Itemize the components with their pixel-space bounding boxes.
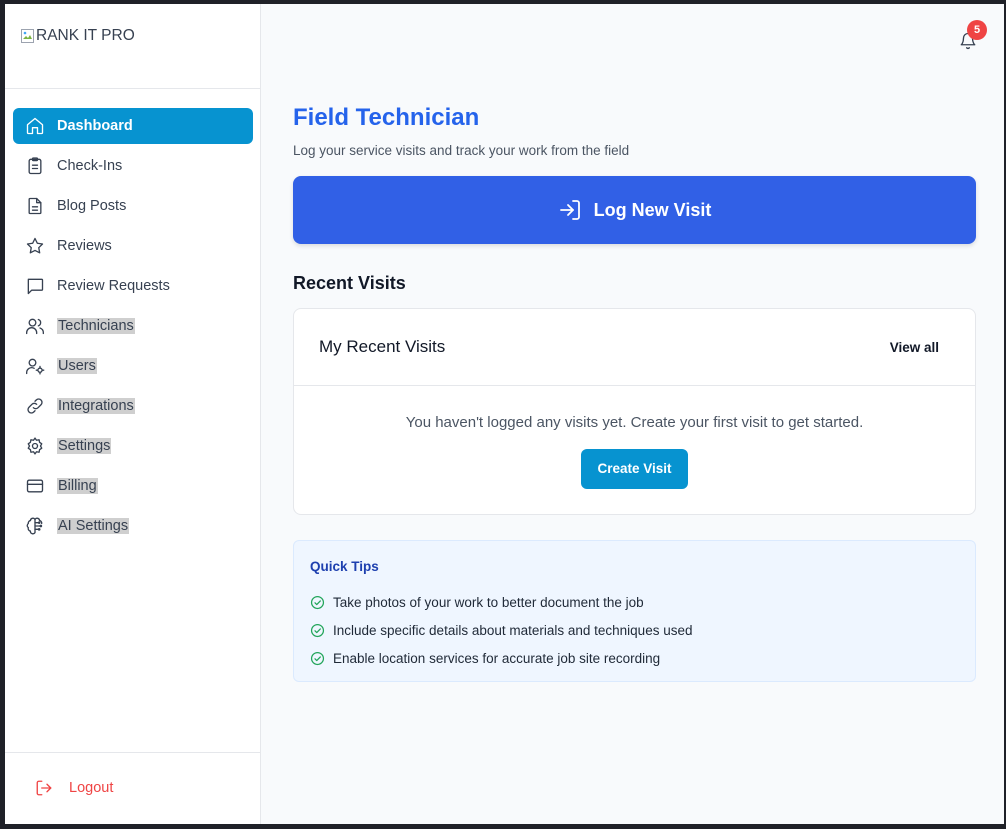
- sidebar-item-users[interactable]: Users: [13, 348, 253, 384]
- home-icon: [25, 116, 45, 136]
- list-item: Take photos of your work to better docum…: [310, 588, 959, 616]
- check-circle-icon: [310, 623, 325, 637]
- log-new-visit-label: Log New Visit: [593, 199, 712, 220]
- card-title: My Recent Visits: [319, 337, 446, 356]
- notifications-button[interactable]: 5: [959, 20, 987, 50]
- quick-tips-title: Quick Tips: [310, 559, 379, 574]
- sidebar-item-integrations[interactable]: Integrations: [13, 388, 253, 424]
- sidebar: RANK IT PRO Dashboard Check-Ins Blog Pos…: [5, 4, 261, 824]
- brain-icon: [25, 516, 45, 536]
- sidebar-item-technicians[interactable]: Technicians: [13, 308, 253, 344]
- login-arrow-icon: [559, 200, 580, 220]
- notification-count-badge: 5: [967, 20, 987, 40]
- credit-card-icon: [25, 476, 45, 496]
- sidebar-item-label: Users: [57, 358, 97, 374]
- sidebar-item-label: Settings: [57, 438, 112, 454]
- clipboard-icon: [25, 156, 45, 176]
- sidebar-item-label: Blog Posts: [57, 198, 127, 214]
- tip-text: Include specific details about materials…: [333, 622, 693, 638]
- users-icon: [25, 316, 45, 336]
- list-item: Include specific details about materials…: [310, 616, 959, 644]
- brand-logo[interactable]: RANK IT PRO: [20, 27, 135, 45]
- page-content: Field Technician Log your service visits…: [293, 104, 976, 682]
- card-body: You haven't logged any visits yet. Creat…: [294, 386, 975, 489]
- link-icon: [25, 396, 45, 416]
- sidebar-nav: Dashboard Check-Ins Blog Posts Reviews R…: [13, 108, 253, 548]
- sidebar-item-ai-settings[interactable]: AI Settings: [13, 508, 253, 544]
- message-icon: [25, 276, 45, 296]
- logout-label: Logout: [69, 780, 114, 796]
- check-circle-icon: [310, 651, 325, 665]
- star-icon: [25, 236, 45, 256]
- quick-tips-list: Take photos of your work to better docum…: [310, 588, 959, 672]
- sidebar-item-label: Dashboard: [57, 118, 133, 134]
- app-window: RANK IT PRO Dashboard Check-Ins Blog Pos…: [5, 4, 1004, 824]
- sidebar-item-check-ins[interactable]: Check-Ins: [13, 148, 253, 184]
- sidebar-item-label: Billing: [57, 478, 98, 494]
- sidebar-item-blog-posts[interactable]: Blog Posts: [13, 188, 253, 224]
- logout-icon: [36, 780, 52, 796]
- page-title: Field Technician: [293, 104, 480, 131]
- sidebar-item-dashboard[interactable]: Dashboard: [13, 108, 253, 144]
- sidebar-item-reviews[interactable]: Reviews: [13, 228, 253, 264]
- main-content: 5 Field Technician Log your service visi…: [261, 4, 1004, 824]
- view-all-link[interactable]: View all: [890, 340, 939, 355]
- document-icon: [25, 196, 45, 216]
- sidebar-footer: Logout: [5, 752, 260, 824]
- gear-icon: [25, 436, 45, 456]
- tip-text: Take photos of your work to better docum…: [333, 594, 644, 610]
- sidebar-item-label: Integrations: [57, 398, 135, 414]
- create-visit-button[interactable]: Create Visit: [581, 449, 688, 489]
- sidebar-item-label: Technicians: [57, 318, 135, 334]
- logo-area: RANK IT PRO: [5, 4, 260, 89]
- log-new-visit-button[interactable]: Log New Visit: [293, 176, 976, 244]
- sidebar-item-label: Check-Ins: [57, 158, 123, 174]
- user-cog-icon: [25, 356, 45, 376]
- recent-visits-card: My Recent Visits View all You haven't lo…: [293, 308, 976, 515]
- empty-state-message: You haven't logged any visits yet. Creat…: [405, 414, 864, 431]
- brand-logo-alt-text: RANK IT PRO: [36, 27, 135, 44]
- sidebar-item-review-requests[interactable]: Review Requests: [13, 268, 253, 304]
- logout-button[interactable]: Logout: [35, 779, 113, 797]
- tip-text: Enable location services for accurate jo…: [333, 650, 661, 666]
- list-item: Enable location services for accurate jo…: [310, 644, 959, 672]
- sidebar-item-billing[interactable]: Billing: [13, 468, 253, 504]
- page-subtitle: Log your service visits and track your w…: [293, 143, 630, 158]
- sidebar-item-label: Review Requests: [57, 278, 170, 294]
- check-circle-icon: [310, 595, 325, 609]
- sidebar-item-label: AI Settings: [57, 518, 130, 534]
- quick-tips-panel: Quick Tips Take photos of your work to b…: [293, 540, 976, 682]
- card-header: My Recent Visits View all: [294, 309, 975, 386]
- broken-image-icon: [20, 28, 36, 44]
- sidebar-item-settings[interactable]: Settings: [13, 428, 253, 464]
- recent-visits-heading: Recent Visits: [293, 273, 406, 293]
- sidebar-item-label: Reviews: [57, 238, 112, 254]
